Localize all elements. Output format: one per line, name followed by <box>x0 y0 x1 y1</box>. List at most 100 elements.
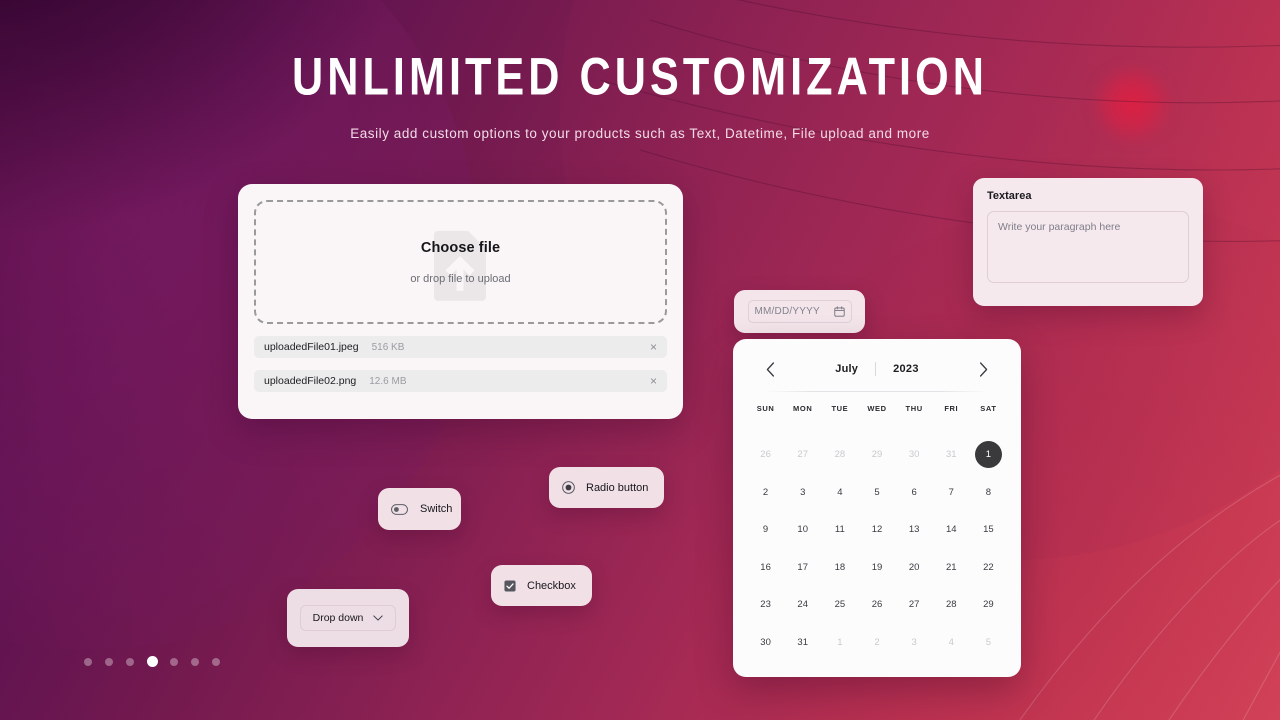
switch-label: Switch <box>420 503 453 515</box>
calendar-day[interactable]: 3 <box>784 474 821 512</box>
remove-file-icon[interactable]: × <box>650 341 657 353</box>
calendar-day[interactable]: 15 <box>970 511 1007 549</box>
calendar-day[interactable]: 21 <box>933 549 970 587</box>
chevron-right-icon[interactable] <box>979 361 988 377</box>
calendar-day[interactable]: 25 <box>821 586 858 624</box>
calendar-day-number: 25 <box>834 599 846 611</box>
calendar-day[interactable]: 18 <box>821 549 858 587</box>
calendar-day-number: 4 <box>837 486 843 498</box>
calendar-day[interactable]: 5 <box>970 624 1007 662</box>
calendar-month[interactable]: July <box>835 363 858 375</box>
calendar-day-number: 9 <box>762 524 769 536</box>
calendar-day[interactable]: 20 <box>896 549 933 587</box>
calendar-day[interactable]: 1 <box>821 624 858 662</box>
calendar-day-number: 22 <box>983 561 994 573</box>
calendar-day[interactable]: 7 <box>933 474 970 512</box>
calendar-day-number: 2 <box>874 636 880 648</box>
calendar-day[interactable]: 29 <box>858 436 895 474</box>
calendar-day[interactable]: 14 <box>933 511 970 549</box>
pagination-dot[interactable] <box>212 657 220 666</box>
calendar-day[interactable]: 3 <box>896 624 933 662</box>
file-size: 12.6 MB <box>369 375 407 387</box>
calendar-day-number: 10 <box>797 524 808 536</box>
chevron-left-icon[interactable] <box>766 361 775 377</box>
calendar-weekday: WED <box>867 404 887 413</box>
uploaded-file-row: uploadedFile01.jpeg 516 KB × <box>254 336 667 358</box>
date-input[interactable]: MM/DD/YYYY <box>747 300 852 323</box>
calendar-weekday: TUE <box>831 404 849 413</box>
calendar-day[interactable]: 10 <box>784 511 821 549</box>
calendar-day[interactable]: 16 <box>747 549 784 587</box>
radio-button-label: Radio button <box>586 481 649 494</box>
checkbox-checked-icon[interactable] <box>504 579 516 592</box>
calendar-day[interactable]: 31 <box>784 624 821 662</box>
calendar-day-number: 3 <box>911 636 917 648</box>
calendar-day-number: 21 <box>945 561 957 573</box>
pagination-dot[interactable] <box>191 657 199 666</box>
calendar-separator <box>875 362 877 376</box>
calendar-day[interactable]: 23 <box>747 586 784 624</box>
calendar-day-number: 3 <box>800 486 806 498</box>
date-input-card: MM/DD/YYYY <box>734 290 865 333</box>
calendar-day[interactable]: 11 <box>821 511 858 549</box>
radio-button-control[interactable]: Radio button <box>549 467 664 508</box>
dropdown-control[interactable]: Drop down <box>287 589 409 647</box>
calendar-day[interactable]: 4 <box>821 474 858 512</box>
radio-selected-icon[interactable] <box>562 481 575 494</box>
calendar-day[interactable]: 2 <box>747 474 784 512</box>
calendar-day[interactable]: 26 <box>747 436 784 474</box>
calendar-day[interactable]: 4 <box>933 624 970 662</box>
calendar-day[interactable]: 24 <box>784 586 821 624</box>
calendar-day[interactable]: 9 <box>747 511 784 549</box>
calendar-day[interactable]: 5 <box>858 474 895 512</box>
calendar-day[interactable]: 13 <box>896 511 933 549</box>
calendar-day[interactable]: 2 <box>858 624 895 662</box>
calendar-day[interactable]: 30 <box>747 624 784 662</box>
calendar-day-number: 12 <box>871 524 883 536</box>
calendar-day-number: 15 <box>983 524 994 536</box>
switch-control[interactable]: Switch <box>378 488 461 530</box>
toggle-off-icon[interactable] <box>391 503 408 515</box>
pagination-dot[interactable] <box>84 657 92 666</box>
remove-file-icon[interactable]: × <box>650 375 657 387</box>
calendar-day[interactable]: 12 <box>858 511 895 549</box>
calendar-day[interactable]: 28 <box>933 586 970 624</box>
checkbox-control[interactable]: Checkbox <box>491 565 592 606</box>
calendar-day[interactable]: 29 <box>970 586 1007 624</box>
calendar-day[interactable]: 17 <box>784 549 821 587</box>
calendar-day[interactable]: 31 <box>933 436 970 474</box>
calendar-day[interactable]: 26 <box>858 586 895 624</box>
calendar-day-grid: 26 27 28 29 30 31 1 2 3 4 5 6 7 8 9 10 11 12 13 14 15 16 17 18 1… <box>747 436 1007 661</box>
chevron-down-icon[interactable] <box>373 615 384 621</box>
pagination-dot[interactable] <box>105 657 113 666</box>
file-name: uploadedFile01.jpeg <box>264 341 359 353</box>
calendar-day-number: 20 <box>908 561 920 573</box>
file-name: uploadedFile02.png <box>264 375 357 387</box>
calendar-day-number: 7 <box>948 486 954 498</box>
page-subtitle: Easily add custom options to your produc… <box>350 126 930 141</box>
calendar-day[interactable]: 30 <box>896 436 933 474</box>
pagination-dot[interactable] <box>170 657 178 666</box>
file-dropzone[interactable]: Choose file or drop file to upload <box>254 200 667 324</box>
calendar-day[interactable]: 27 <box>784 436 821 474</box>
pagination-dot[interactable] <box>126 657 134 666</box>
calendar-icon[interactable] <box>833 306 845 317</box>
calendar-weekday: SAT <box>980 404 997 413</box>
calendar-day[interactable]: 6 <box>896 474 933 512</box>
calendar-day[interactable]: 8 <box>970 474 1007 512</box>
calendar-day[interactable]: 27 <box>896 586 933 624</box>
calendar-day-number: 27 <box>908 599 920 611</box>
calendar-year[interactable]: 2023 <box>893 363 919 375</box>
calendar-day[interactable]: 22 <box>970 549 1007 587</box>
calendar-day[interactable]: 28 <box>821 436 858 474</box>
calendar-day-selected[interactable]: 1 <box>970 436 1007 474</box>
textarea-input[interactable]: Write your paragraph here <box>987 211 1189 283</box>
dropdown-trigger[interactable]: Drop down <box>300 605 396 631</box>
calendar-day-number: 26 <box>871 599 883 611</box>
calendar-day-number: 29 <box>871 449 883 461</box>
calendar-day[interactable]: 19 <box>858 549 895 587</box>
date-placeholder: MM/DD/YYYY <box>754 306 820 317</box>
calendar-weekday-row: SUN MON TUE WED THU FRI SAT <box>747 404 1007 424</box>
pagination-dot-active[interactable] <box>147 656 158 667</box>
calendar-weekday: MON <box>793 404 813 413</box>
